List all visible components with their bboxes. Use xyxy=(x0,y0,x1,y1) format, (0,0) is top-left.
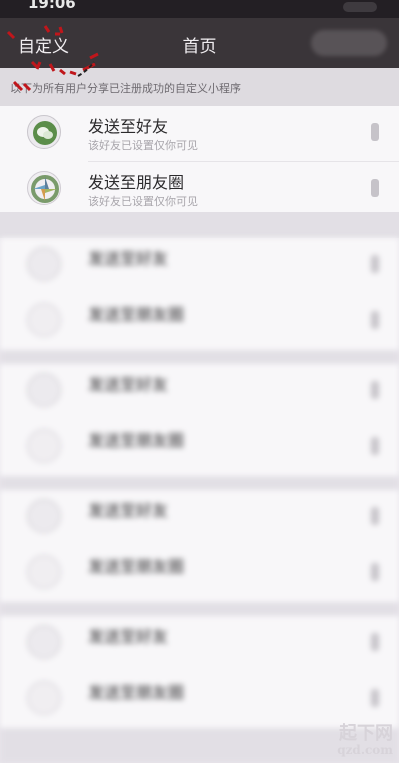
drag-handle-icon[interactable] xyxy=(371,507,379,525)
moments-icon xyxy=(27,681,61,715)
list-item[interactable]: 发送至朋友圈 xyxy=(0,294,399,350)
row-title: 发送至好友 xyxy=(88,627,169,646)
top-right-button[interactable] xyxy=(311,30,387,56)
moments-icon xyxy=(27,429,61,463)
list-item[interactable]: 发送至好友 xyxy=(0,490,399,546)
list-item[interactable]: 发送至朋友圈 该好友已设置仅你可见 xyxy=(0,162,399,212)
share-card-3: 发送至好友 发送至朋友圈 xyxy=(0,364,399,476)
row-title: 发送至朋友圈 xyxy=(88,683,185,702)
wechat-icon xyxy=(27,115,61,149)
row-title: 发送至朋友圈 xyxy=(88,305,185,324)
list-item[interactable]: 发送至好友 xyxy=(0,238,399,294)
drag-handle-icon[interactable] xyxy=(371,633,379,651)
wechat-icon xyxy=(27,247,61,281)
row-title: 发送至好友 xyxy=(88,117,169,136)
list-item[interactable]: 发送至好友 xyxy=(0,364,399,420)
section-gap xyxy=(0,212,399,238)
section-gap xyxy=(0,602,399,616)
moments-icon xyxy=(27,303,61,337)
watermark: 起下网 qzd.com xyxy=(337,724,393,757)
list-item[interactable]: 发送至朋友圈 xyxy=(0,546,399,602)
share-card-4: 发送至好友 发送至朋友圈 xyxy=(0,490,399,602)
watermark-line1: 起下网 xyxy=(339,723,393,745)
watermark-line2: qzd.com xyxy=(337,742,393,757)
section-gap xyxy=(0,350,399,364)
row-subtitle: 该好友已设置仅你可见 xyxy=(88,139,198,152)
list-item[interactable]: 发送至朋友圈 xyxy=(0,672,399,728)
moments-icon xyxy=(27,171,61,205)
top-bar: 自定义 首页 xyxy=(0,18,399,68)
status-indicator xyxy=(343,2,377,12)
list-item[interactable]: 发送至好友 该好友已设置仅你可见 xyxy=(0,106,399,162)
drag-handle-icon[interactable] xyxy=(371,255,379,273)
section-gap xyxy=(0,476,399,490)
status-bar: 19:06 xyxy=(0,0,399,18)
row-title: 发送至朋友圈 xyxy=(88,557,185,576)
share-card-1: 发送至好友 该好友已设置仅你可见 发送至朋友圈 该好友已设置仅你可见 xyxy=(0,106,399,212)
share-card-2: 发送至好友 发送至朋友圈 xyxy=(0,238,399,350)
row-title: 发送至好友 xyxy=(88,501,169,520)
share-card-5: 发送至好友 发送至朋友圈 xyxy=(0,616,399,728)
banner-text: 以下为所有用户分享已注册成功的自定义小程序 xyxy=(10,82,241,95)
list-item[interactable]: 发送至朋友圈 xyxy=(0,420,399,476)
drag-handle-icon[interactable] xyxy=(371,311,379,329)
drag-handle-icon[interactable] xyxy=(371,437,379,455)
list-item[interactable]: 发送至好友 xyxy=(0,616,399,672)
row-title: 发送至好友 xyxy=(88,375,169,394)
wechat-icon xyxy=(27,499,61,533)
info-banner: 以下为所有用户分享已注册成功的自定义小程序 xyxy=(0,68,399,106)
wechat-icon xyxy=(27,625,61,659)
moments-icon xyxy=(27,555,61,589)
drag-handle-icon[interactable] xyxy=(371,381,379,399)
row-title: 发送至好友 xyxy=(88,249,169,268)
drag-handle-icon[interactable] xyxy=(371,179,379,197)
row-subtitle: 该好友已设置仅你可见 xyxy=(88,195,198,208)
wechat-icon xyxy=(27,373,61,407)
drag-handle-icon[interactable] xyxy=(371,123,379,141)
row-title: 发送至朋友圈 xyxy=(88,431,185,450)
status-time: 19:06 xyxy=(28,0,76,12)
row-title: 发送至朋友圈 xyxy=(88,173,185,192)
drag-handle-icon[interactable] xyxy=(371,563,379,581)
drag-handle-icon[interactable] xyxy=(371,689,379,707)
